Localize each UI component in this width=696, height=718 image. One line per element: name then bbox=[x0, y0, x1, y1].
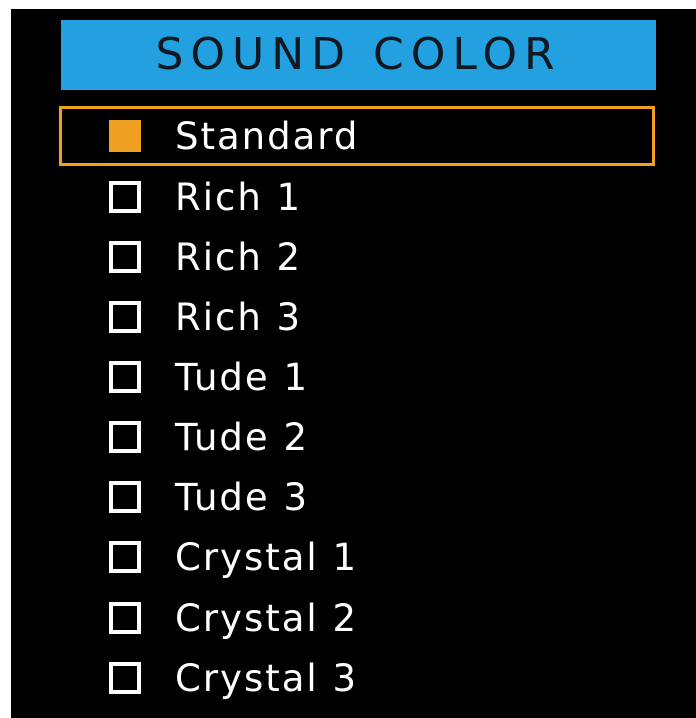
checkbox-empty-icon bbox=[109, 541, 141, 573]
menu-item-tude-3[interactable]: Tude 3 bbox=[59, 467, 655, 527]
menu-item-crystal-1[interactable]: Crystal 1 bbox=[59, 527, 655, 587]
checkbox-empty-icon bbox=[109, 662, 141, 694]
menu-item-label: Rich 3 bbox=[175, 295, 303, 339]
checkbox-empty-icon bbox=[109, 421, 141, 453]
checkbox-empty-icon bbox=[109, 181, 141, 213]
menu-item-rich-2[interactable]: Rich 2 bbox=[59, 227, 655, 287]
menu-item-label: Tude 3 bbox=[175, 475, 309, 519]
menu-item-standard[interactable]: Standard bbox=[59, 106, 655, 166]
checkbox-empty-icon bbox=[109, 241, 141, 273]
checkbox-checked-icon bbox=[109, 120, 141, 152]
menu-item-rich-1[interactable]: Rich 1 bbox=[59, 167, 655, 227]
menu-item-label: Crystal 3 bbox=[175, 656, 358, 700]
menu-item-crystal-3[interactable]: Crystal 3 bbox=[59, 648, 655, 708]
menu-item-label: Crystal 1 bbox=[175, 535, 358, 579]
checkbox-empty-icon bbox=[109, 602, 141, 634]
menu-item-label: Standard bbox=[175, 114, 360, 158]
checkbox-empty-icon bbox=[109, 361, 141, 393]
checkbox-empty-icon bbox=[109, 301, 141, 333]
sound-color-menu: Standard Rich 1 Rich 2 Rich 3 Tude 1 Tud… bbox=[11, 9, 696, 718]
menu-item-label: Rich 2 bbox=[175, 235, 303, 279]
menu-item-crystal-2[interactable]: Crystal 2 bbox=[59, 588, 655, 648]
menu-item-tude-2[interactable]: Tude 2 bbox=[59, 407, 655, 467]
menu-item-label: Tude 2 bbox=[175, 415, 309, 459]
menu-item-rich-3[interactable]: Rich 3 bbox=[59, 287, 655, 347]
menu-item-label: Crystal 2 bbox=[175, 596, 358, 640]
checkbox-empty-icon bbox=[109, 481, 141, 513]
menu-item-label: Tude 1 bbox=[175, 355, 309, 399]
sound-color-panel: SOUND COLOR Standard Rich 1 Rich 2 Rich … bbox=[11, 9, 696, 718]
menu-item-label: Rich 1 bbox=[175, 175, 303, 219]
menu-item-tude-1[interactable]: Tude 1 bbox=[59, 347, 655, 407]
